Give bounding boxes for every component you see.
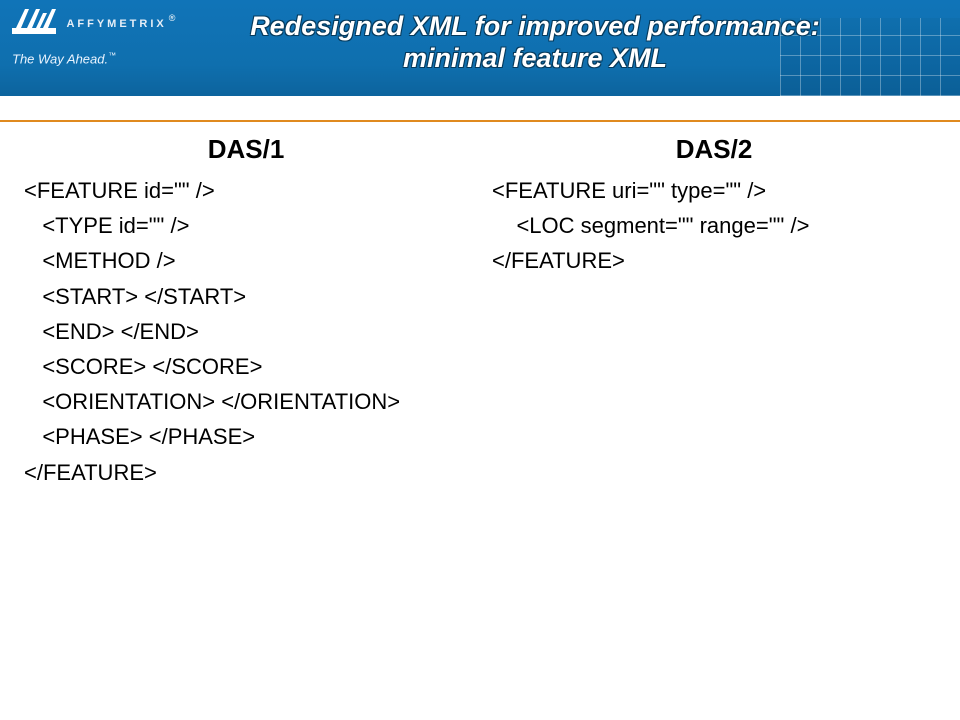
das1-code: <FEATURE id="" /> <TYPE id="" /> <METHOD… [24,173,468,490]
trademark-mark: ™ [108,51,116,60]
das2-heading: DAS/2 [492,134,936,165]
banner-underline [0,96,960,108]
affymetrix-logo-icon [12,6,56,41]
column-das2: DAS/2 <FEATURE uri="" type="" /> <LOC se… [492,134,936,490]
column-das1: DAS/1 <FEATURE id="" /> <TYPE id="" /> <… [24,134,468,490]
slide-title-line2: minimal feature XML [403,43,667,73]
header-banner: AFFYMETRIX® The Way Ahead.™ Redesigned X… [0,0,960,108]
slide-title: Redesigned XML for improved performance:… [150,10,920,75]
slide-body: DAS/1 <FEATURE id="" /> <TYPE id="" /> <… [0,108,960,490]
das1-heading: DAS/1 [24,134,468,165]
slide-title-line1: Redesigned XML for improved performance: [250,11,820,41]
tagline-text: The Way Ahead. [12,51,108,66]
das2-code: <FEATURE uri="" type="" /> <LOC segment=… [492,173,936,279]
